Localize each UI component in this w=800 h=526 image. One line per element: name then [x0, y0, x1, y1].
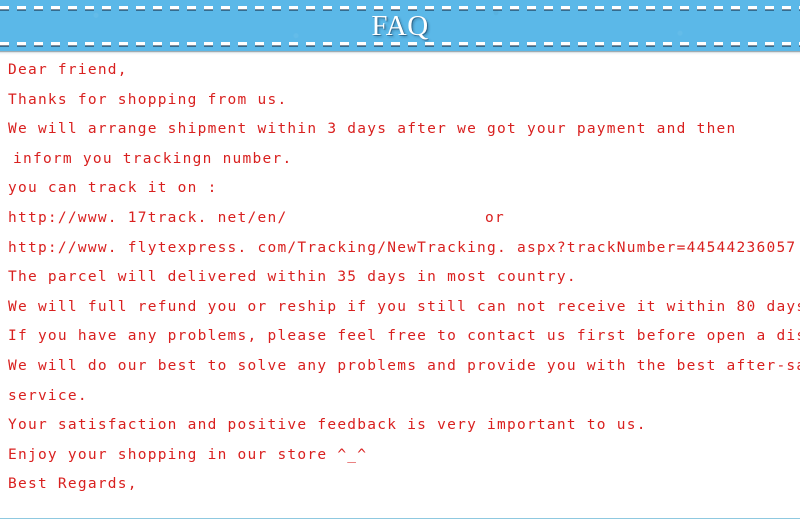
faq-page: FAQ Dear friend, Thanks for shopping from…: [0, 0, 800, 526]
faq-text-line: The parcel will delivered within 35 days…: [8, 269, 577, 286]
faq-text-line: If you have any problems, please feel fr…: [8, 328, 800, 345]
faq-text-line: service.: [8, 387, 88, 404]
faq-text-line: Dear friend,: [8, 62, 128, 78]
page-title: FAQ: [371, 10, 429, 42]
faq-text-line: you can track it on :: [8, 180, 218, 197]
faq-text-line: We will do our best to solve any problem…: [8, 357, 800, 374]
faq-text-line: inform you trackingn number.: [13, 150, 293, 167]
faq-text-line: We will arrange shipment within 3 days a…: [8, 121, 737, 138]
faq-text-line: Best Regards,: [8, 476, 138, 493]
faq-text-line: http://www. 17track. net/en/or: [0, 204, 800, 234]
faq-text-line: We will full refund you or reship if you…: [8, 298, 800, 315]
bottom-divider: [0, 518, 800, 519]
banner-drop-shadow: [0, 51, 800, 55]
faq-text-line-tail: or: [485, 209, 505, 226]
faq-header-banner: FAQ: [0, 0, 800, 51]
dashed-stitch-bottom: [0, 42, 800, 47]
faq-text-line: http://www. flytexpress. com/Tracking/Ne…: [8, 239, 797, 256]
faq-body: Dear friend, Thanks for shopping from us.…: [0, 56, 800, 500]
faq-text-line: Enjoy your shopping in our store ^_^: [8, 446, 368, 463]
faq-text-line: Your satisfaction and positive feedback …: [8, 417, 647, 434]
faq-text-line: Thanks for shopping from us.: [8, 91, 288, 108]
